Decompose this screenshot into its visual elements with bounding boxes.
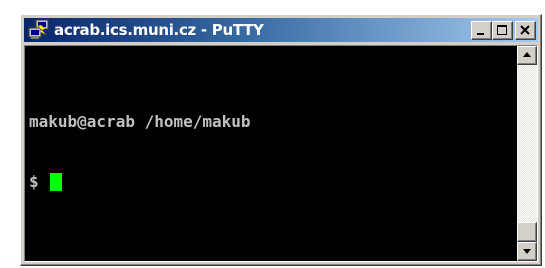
window-title: acrab.ics.muni.cz - PuTTY [54,21,264,39]
scroll-up-button[interactable] [517,46,537,65]
terminal-screen[interactable]: makub@acrab /home/makub $ [25,46,517,261]
terminal-line-path: makub@acrab /home/makub [29,112,251,131]
close-button[interactable] [515,21,536,40]
putty-app-icon[interactable] [28,19,50,41]
title-bar[interactable]: acrab.ics.muni.cz - PuTTY [24,18,538,42]
maximize-button[interactable] [492,21,513,40]
minimize-icon [477,33,484,35]
minimize-button[interactable] [471,21,492,40]
terminal-area: makub@acrab /home/makub $ [24,45,538,262]
scroll-down-button[interactable] [517,242,537,261]
maximize-icon [497,25,507,35]
text-cursor [50,173,63,191]
scroll-down-arrow-icon [523,249,531,254]
vertical-scrollbar[interactable] [517,46,537,261]
caption-buttons [471,21,536,40]
putty-window: acrab.ics.muni.cz - PuTTY makub@acrab /h… [20,14,542,266]
scroll-up-arrow-icon [523,52,531,57]
scroll-thumb[interactable] [517,222,537,242]
shell-prompt: $ [29,172,49,191]
close-icon [520,25,530,35]
terminal-line-prompt: $ [29,172,517,192]
